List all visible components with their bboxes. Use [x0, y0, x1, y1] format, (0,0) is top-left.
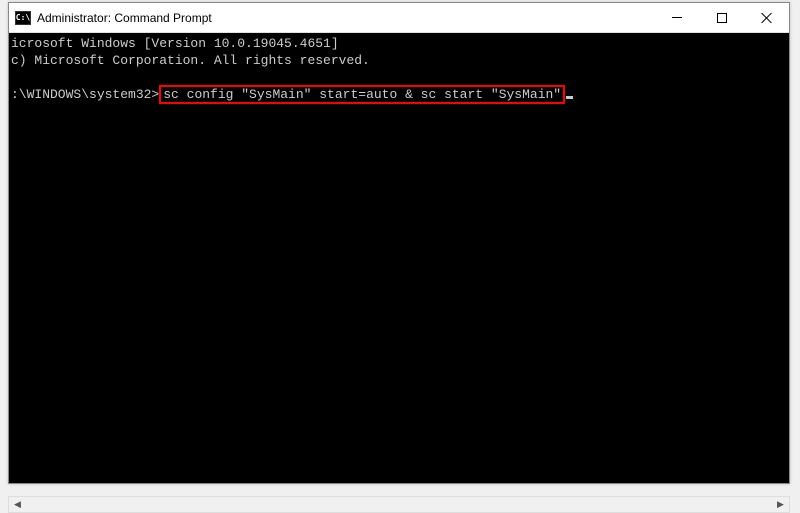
- prompt-path: :\WINDOWS\system32>: [11, 87, 159, 102]
- terminal-line-1: icrosoft Windows [Version 10.0.19045.465…: [11, 36, 339, 51]
- horizontal-scrollbar[interactable]: ◀ ▶: [8, 496, 790, 513]
- scroll-left-arrow[interactable]: ◀: [9, 496, 26, 513]
- terminal-output[interactable]: icrosoft Windows [Version 10.0.19045.465…: [9, 33, 789, 483]
- app-icon: C:\: [15, 11, 31, 25]
- close-button[interactable]: [744, 3, 789, 32]
- command-highlight: sc config "SysMain" start=auto & sc star…: [159, 85, 565, 104]
- minimize-icon: [672, 17, 682, 18]
- maximize-button[interactable]: [699, 3, 744, 32]
- command-prompt-window: C:\ Administrator: Command Prompt icroso…: [8, 2, 790, 484]
- maximize-icon: [717, 13, 727, 23]
- window-controls: [654, 3, 789, 32]
- cursor: [566, 96, 573, 99]
- scroll-track[interactable]: [26, 497, 772, 512]
- terminal-line-2: c) Microsoft Corporation. All rights res…: [11, 53, 370, 68]
- command-text: sc config "SysMain" start=auto & sc star…: [163, 87, 561, 102]
- minimize-button[interactable]: [654, 3, 699, 32]
- window-title: Administrator: Command Prompt: [37, 11, 654, 25]
- scroll-right-arrow[interactable]: ▶: [772, 496, 789, 513]
- title-bar[interactable]: C:\ Administrator: Command Prompt: [9, 3, 789, 33]
- close-icon: [761, 12, 773, 24]
